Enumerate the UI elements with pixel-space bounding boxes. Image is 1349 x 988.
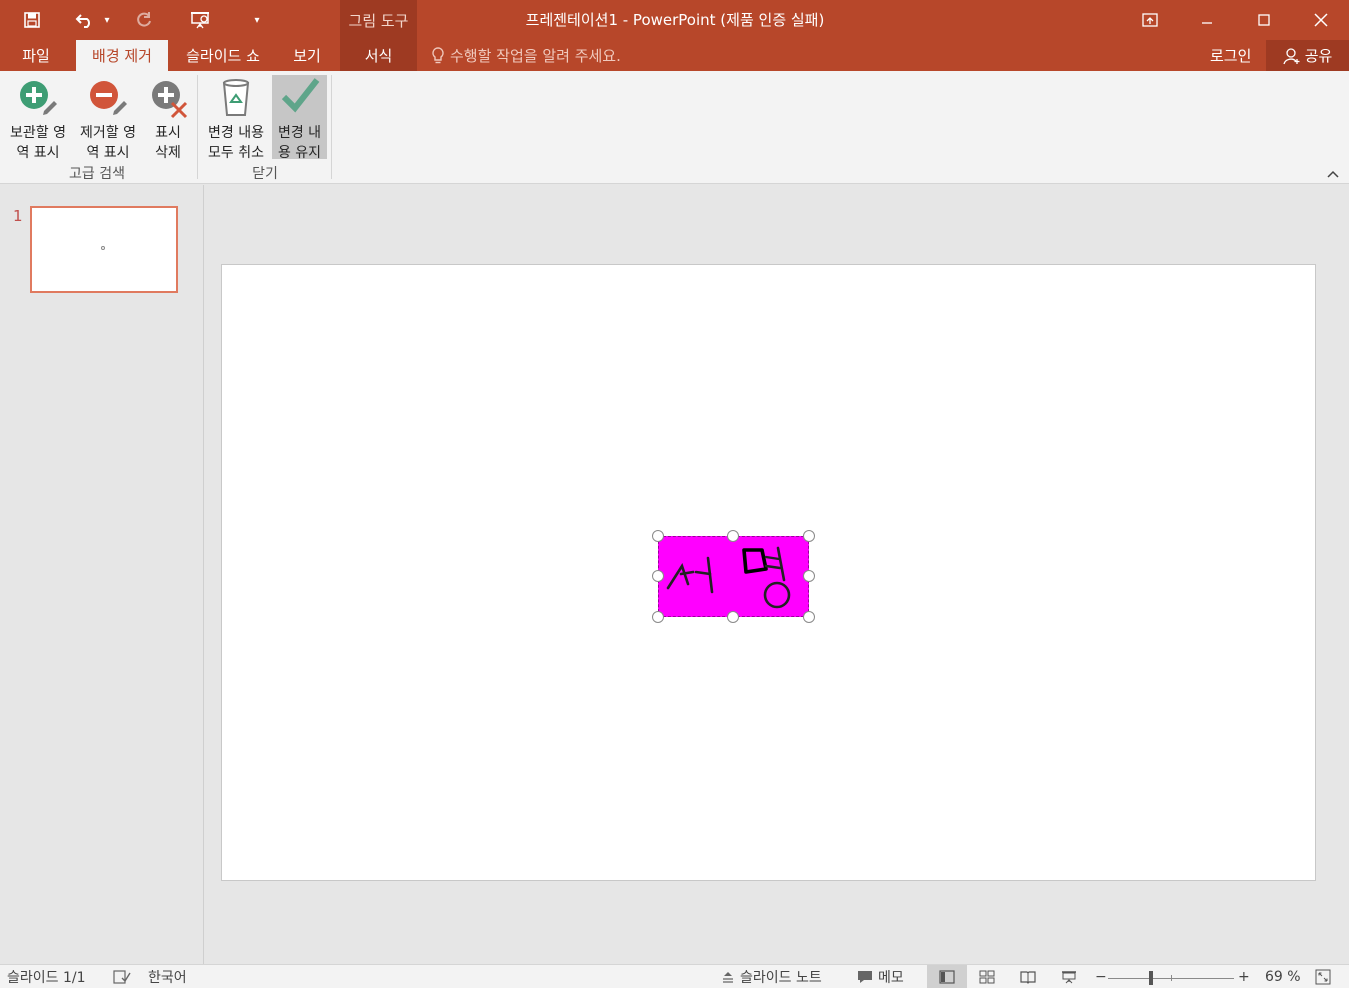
resize-handle-top-right[interactable] <box>803 530 815 542</box>
thumbnail-picture-mark <box>101 246 105 250</box>
signature-picture[interactable] <box>652 530 815 623</box>
reading-view-icon[interactable] <box>1020 965 1036 988</box>
keep-changes-icon <box>280 75 320 121</box>
mark-areas-to-remove-button[interactable]: 제거할 영 역 표시 <box>74 75 142 161</box>
status-bar: 슬라이드 1/1 한국어 슬라이드 노트 메모 − + 69 % <box>0 964 1349 988</box>
share-label: 공유 <box>1304 47 1333 65</box>
comment-icon <box>857 970 873 984</box>
discard-all-changes-button[interactable]: 변경 내용 모두 취소 <box>203 75 269 161</box>
close-icon[interactable] <box>1293 0 1349 40</box>
group-separator <box>197 75 198 179</box>
share-button[interactable]: 공유 <box>1266 40 1349 71</box>
delete-mark-icon <box>148 75 188 121</box>
notes-button[interactable]: 슬라이드 노트 <box>721 965 822 988</box>
slide-canvas[interactable] <box>221 264 1316 881</box>
spell-check-icon[interactable] <box>113 965 131 988</box>
minimize-icon[interactable] <box>1179 0 1235 40</box>
tell-me-text: 수행할 작업을 알려 주세요. <box>450 47 621 65</box>
person-add-icon <box>1283 47 1301 65</box>
zoom-out-button[interactable]: − <box>1095 965 1107 988</box>
comments-label: 메모 <box>878 970 904 986</box>
zoom-slider-center-tick <box>1171 975 1172 981</box>
slideshow-view-icon[interactable] <box>1061 965 1077 988</box>
slide-number: 1 <box>13 207 23 225</box>
redo-icon[interactable] <box>130 7 158 33</box>
normal-view-icon <box>939 970 955 984</box>
discard-all-changes-label: 변경 내용 모두 취소 <box>208 125 264 161</box>
mark-areas-to-remove-label: 제거할 영 역 표시 <box>80 125 136 161</box>
resize-handle-bottom-left[interactable] <box>652 611 664 623</box>
delete-mark-label: 표시 삭제 <box>155 125 181 161</box>
undo-icon[interactable] <box>70 7 100 33</box>
fit-to-window-icon[interactable] <box>1315 965 1331 988</box>
mark-areas-to-keep-button[interactable]: 보관할 영 역 표시 <box>4 75 72 161</box>
keep-changes-label: 변경 내 용 유지 <box>277 125 322 161</box>
collapse-ribbon-icon[interactable] <box>1325 167 1341 181</box>
slide-sorter-icon[interactable] <box>979 965 995 988</box>
picture-tools-header: 그림 도구 <box>340 0 417 40</box>
start-slideshow-icon[interactable] <box>186 7 216 33</box>
group-separator <box>331 75 332 179</box>
ribbon-display-options-icon[interactable] <box>1122 0 1178 40</box>
resize-handle-top[interactable] <box>727 530 739 542</box>
normal-view-button[interactable] <box>927 965 967 988</box>
window-title: 프레젠테이션1 - PowerPoint (제품 인증 실패) <box>525 11 825 29</box>
ribbon-tabs: 파일 배경 제거 슬라이드 쇼 보기 서식 수행할 작업을 알려 주세요. 로그… <box>0 40 1349 71</box>
zoom-level[interactable]: 69 % <box>1265 965 1301 988</box>
title-bar: ▾ ▾ 그림 도구 프레젠테이션1 - PowerPoint (제품 인증 실패… <box>0 0 1349 40</box>
group-label-refine: 고급 검색 <box>69 166 125 182</box>
tab-file[interactable]: 파일 <box>8 40 64 71</box>
tab-remove-background[interactable]: 배경 제거 <box>76 40 168 71</box>
language-indicator[interactable]: 한국어 <box>148 965 187 988</box>
mark-areas-to-keep-icon <box>18 75 58 121</box>
comments-button[interactable]: 메모 <box>857 965 904 988</box>
slide-thumbnails-pane: 1 <box>0 185 204 964</box>
save-icon[interactable] <box>18 7 46 33</box>
slide-counter: 슬라이드 1/1 <box>7 970 86 986</box>
mark-areas-to-keep-label: 보관할 영 역 표시 <box>10 125 66 161</box>
notes-icon <box>721 970 735 984</box>
notes-label: 슬라이드 노트 <box>740 970 822 986</box>
resize-handle-right[interactable] <box>803 570 815 582</box>
resize-handle-left[interactable] <box>652 570 664 582</box>
maximize-icon[interactable] <box>1236 0 1292 40</box>
resize-handle-top-left[interactable] <box>652 530 664 542</box>
zoom-in-button[interactable]: + <box>1238 965 1250 988</box>
mark-areas-to-remove-icon <box>88 75 128 121</box>
slide-thumbnail[interactable] <box>30 206 178 293</box>
resize-handle-bottom-right[interactable] <box>803 611 815 623</box>
zoom-slider-thumb[interactable] <box>1149 971 1153 985</box>
discard-all-changes-icon <box>216 75 256 121</box>
slide-editing-area <box>205 185 1349 964</box>
tell-me-search[interactable]: 수행할 작업을 알려 주세요. <box>432 40 621 71</box>
lightbulb-icon <box>432 46 444 65</box>
group-label-close: 닫기 <box>252 166 278 182</box>
handwritten-signature <box>666 546 791 609</box>
tab-format[interactable]: 서식 <box>340 40 417 71</box>
tab-view[interactable]: 보기 <box>280 40 334 71</box>
tab-slideshow[interactable]: 슬라이드 쇼 <box>172 40 274 71</box>
delete-mark-button[interactable]: 표시 삭제 <box>146 75 190 161</box>
resize-handle-bottom[interactable] <box>727 611 739 623</box>
signin-link[interactable]: 로그인 <box>1210 40 1251 71</box>
undo-dropdown-icon[interactable]: ▾ <box>100 7 114 33</box>
customize-qat-icon[interactable]: ▾ <box>248 7 266 33</box>
keep-changes-button[interactable]: 변경 내 용 유지 <box>272 75 327 161</box>
ribbon-panel: 보관할 영 역 표시 제거할 영 역 표시 표시 삭제 고급 검색 변경 내용 … <box>0 71 1349 184</box>
